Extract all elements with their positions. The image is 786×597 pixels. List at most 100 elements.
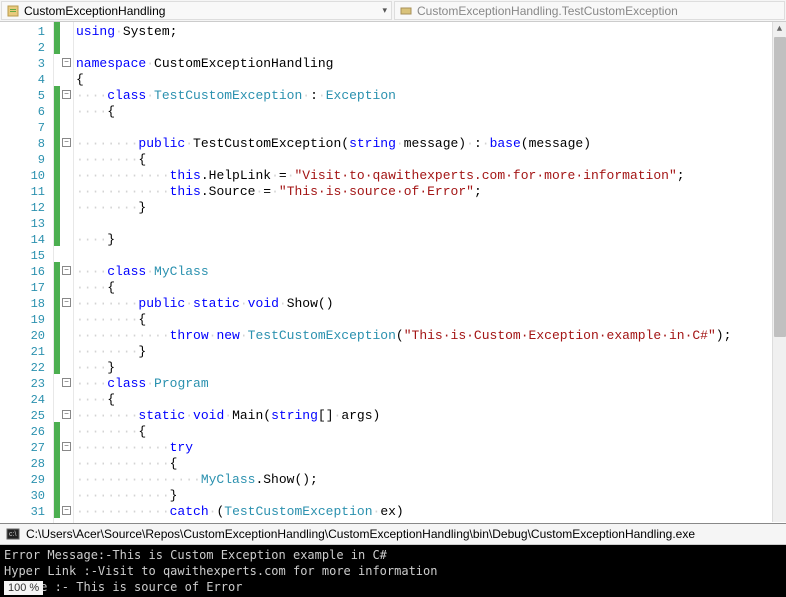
code-line[interactable]: ········public·TestCustomException(strin… [76, 136, 786, 152]
code-line[interactable]: ········{ [76, 424, 786, 440]
fold-cell[interactable]: − [60, 262, 73, 278]
fold-cell [60, 390, 73, 406]
code-line[interactable]: namespace·CustomExceptionHandling [76, 56, 786, 72]
code-line[interactable]: ····{ [76, 392, 786, 408]
line-number: 14 [0, 232, 45, 248]
code-line[interactable]: ········{ [76, 312, 786, 328]
fold-cell [60, 470, 73, 486]
fold-toggle-icon[interactable]: − [62, 58, 71, 67]
code-line[interactable]: ····class·MyClass [76, 264, 786, 280]
fold-toggle-icon[interactable]: − [62, 266, 71, 275]
fold-cell [60, 214, 73, 230]
code-line[interactable]: ········public·static·void·Show() [76, 296, 786, 312]
line-number: 29 [0, 472, 45, 488]
line-number: 22 [0, 360, 45, 376]
fold-cell [60, 246, 73, 262]
line-number: 16 [0, 264, 45, 280]
code-line[interactable]: ············try [76, 440, 786, 456]
code-line[interactable]: ············this.Source·=·"This·is·sourc… [76, 184, 786, 200]
fold-cell[interactable]: − [60, 134, 73, 150]
code-line[interactable]: ····class·TestCustomException·:·Exceptio… [76, 88, 786, 104]
fold-toggle-icon[interactable]: − [62, 442, 71, 451]
fold-toggle-icon[interactable]: − [62, 410, 71, 419]
output-console: c:\ C:\Users\Acer\Source\Repos\CustomExc… [0, 523, 786, 597]
fold-cell[interactable]: − [60, 438, 73, 454]
fold-gutter: − − − − − − − − − [60, 22, 74, 523]
line-number: 8 [0, 136, 45, 152]
line-number: 21 [0, 344, 45, 360]
code-line[interactable]: using·System; [76, 24, 786, 40]
console-output[interactable]: Error Message:-This is Custom Exception … [0, 545, 786, 597]
code-line[interactable]: ············this.HelpLink·=·"Visit·to·qa… [76, 168, 786, 184]
code-line[interactable] [76, 120, 786, 136]
fold-cell [60, 118, 73, 134]
fold-toggle-icon[interactable]: − [62, 138, 71, 147]
code-editor[interactable]: 1234567891011121314151617181920212223242… [0, 22, 786, 523]
line-number: 30 [0, 488, 45, 504]
fold-cell[interactable]: − [60, 374, 73, 390]
line-number: 17 [0, 280, 45, 296]
fold-cell [60, 70, 73, 86]
code-line[interactable]: { [76, 72, 786, 88]
fold-cell [60, 422, 73, 438]
vertical-scrollbar[interactable]: ▲ [772, 22, 786, 522]
code-content[interactable]: using·System; namespace·CustomExceptionHa… [74, 22, 786, 523]
fold-toggle-icon[interactable]: − [62, 298, 71, 307]
class-icon [6, 4, 20, 18]
fold-cell [60, 486, 73, 502]
fold-cell[interactable]: − [60, 86, 73, 102]
fold-cell [60, 278, 73, 294]
fold-cell[interactable]: − [60, 294, 73, 310]
code-line[interactable]: ········} [76, 200, 786, 216]
fold-cell [60, 342, 73, 358]
fold-toggle-icon[interactable]: − [62, 90, 71, 99]
console-icon: c:\ [6, 527, 20, 541]
code-line[interactable] [76, 216, 786, 232]
scope-dropdown-right[interactable]: CustomExceptionHandling.TestCustomExcept… [394, 1, 785, 20]
code-line[interactable]: ········static·void·Main(string[]·args) [76, 408, 786, 424]
code-line[interactable] [76, 40, 786, 56]
fold-cell [60, 454, 73, 470]
code-line[interactable]: ········} [76, 344, 786, 360]
line-number: 6 [0, 104, 45, 120]
fold-cell [60, 38, 73, 54]
fold-toggle-icon[interactable]: − [62, 506, 71, 515]
fold-cell [60, 358, 73, 374]
code-line[interactable]: ············} [76, 488, 786, 504]
line-number: 24 [0, 392, 45, 408]
code-line[interactable] [76, 248, 786, 264]
line-number: 1 [0, 24, 45, 40]
code-line[interactable]: ····} [76, 232, 786, 248]
zoom-level[interactable]: 100 % [4, 581, 43, 595]
line-number-gutter: 1234567891011121314151617181920212223242… [0, 22, 54, 523]
code-line[interactable]: ····{ [76, 104, 786, 120]
code-line[interactable]: ····class·Program [76, 376, 786, 392]
code-line[interactable]: ············throw·new·TestCustomExceptio… [76, 328, 786, 344]
code-line[interactable]: ····{ [76, 280, 786, 296]
line-number: 13 [0, 216, 45, 232]
line-number: 19 [0, 312, 45, 328]
code-line[interactable]: ····} [76, 360, 786, 376]
scope-right-text: CustomExceptionHandling.TestCustomExcept… [417, 4, 678, 18]
scope-dropdown-left[interactable]: CustomExceptionHandling ▾ [1, 1, 392, 20]
code-line[interactable]: ················MyClass.Show(); [76, 472, 786, 488]
line-number: 18 [0, 296, 45, 312]
chevron-down-icon: ▾ [382, 5, 387, 16]
scroll-up-arrow[interactable]: ▲ [773, 22, 786, 36]
line-number: 3 [0, 56, 45, 72]
fold-cell[interactable]: − [60, 406, 73, 422]
code-line[interactable]: ············catch·(TestCustomException·e… [76, 504, 786, 520]
fold-cell[interactable]: − [60, 502, 73, 518]
line-number: 15 [0, 248, 45, 264]
line-number: 20 [0, 328, 45, 344]
line-number: 26 [0, 424, 45, 440]
code-line[interactable]: ········{ [76, 152, 786, 168]
line-number: 28 [0, 456, 45, 472]
line-number: 10 [0, 168, 45, 184]
scrollbar-thumb[interactable] [774, 37, 786, 337]
code-line[interactable]: ············{ [76, 456, 786, 472]
console-title-bar[interactable]: c:\ C:\Users\Acer\Source\Repos\CustomExc… [0, 524, 786, 545]
fold-toggle-icon[interactable]: − [62, 378, 71, 387]
fold-cell[interactable]: − [60, 54, 73, 70]
console-title-text: C:\Users\Acer\Source\Repos\CustomExcepti… [26, 527, 695, 541]
